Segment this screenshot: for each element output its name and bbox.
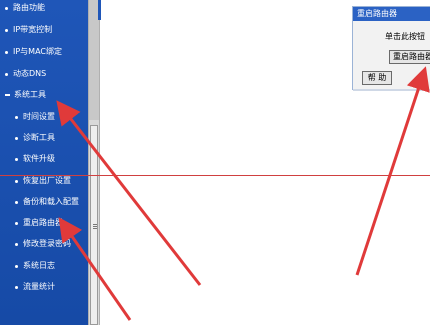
arrow-to-reboot-router [58, 217, 132, 321]
arrow-to-reboot-button [355, 66, 430, 276]
arrow-to-system-tools [56, 100, 202, 286]
annotation-arrows [56, 66, 430, 321]
